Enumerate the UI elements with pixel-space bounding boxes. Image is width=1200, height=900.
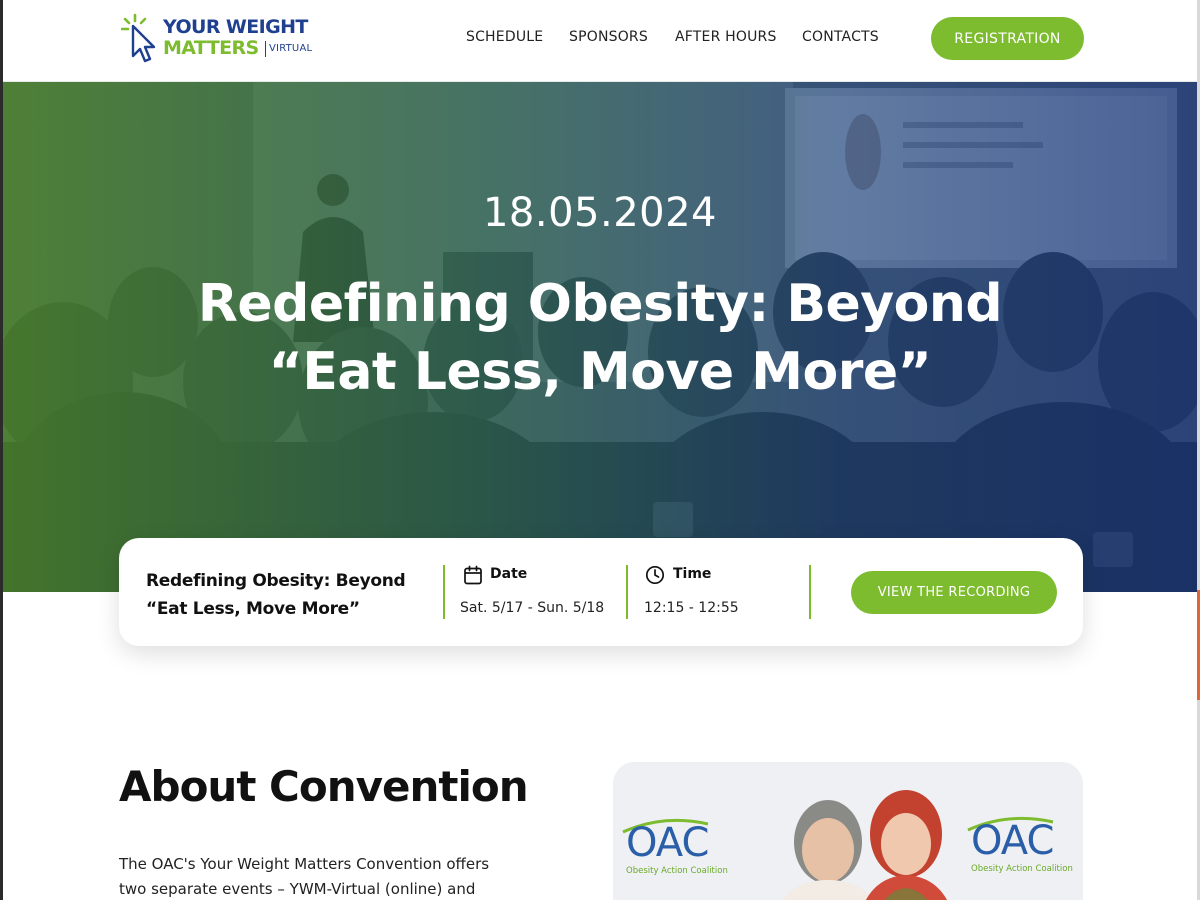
view-recording-button[interactable]: VIEW THE RECORDING (851, 571, 1057, 614)
card-divider (443, 565, 445, 619)
card-divider (626, 565, 628, 619)
about-heading: About Convention (119, 762, 529, 811)
logo-text-matters: MATTERS (163, 37, 259, 59)
date-value: Sat. 5/17 - Sun. 5/18 (460, 600, 605, 616)
hero-banner: 18.05.2024 Redefining Obesity: Beyond “E… (3, 82, 1197, 592)
nav-after-hours[interactable]: AFTER HOURS (675, 29, 777, 45)
hero-title: Redefining Obesity: Beyond “Eat Less, Mo… (197, 274, 1003, 402)
site-logo[interactable]: YOUR WEIGHT MATTERS VIRTUAL (121, 12, 321, 68)
site-header: YOUR WEIGHT MATTERS VIRTUAL SCHEDULE SPO… (3, 0, 1197, 82)
date-label: Date (490, 566, 528, 582)
logo-text-virtual: VIRTUAL (269, 43, 313, 54)
event-card-title: Redefining Obesity: Beyond “Eat Less, Mo… (146, 571, 406, 619)
oac-logo-text: OAC (626, 820, 709, 866)
nav-contacts[interactable]: CONTACTS (802, 29, 879, 45)
oac-logo-subtext: Obesity Action Coalition (971, 864, 1073, 874)
calendar-icon (464, 565, 482, 585)
about-photo: OAC Obesity Action Coalition OAC Obesity… (613, 762, 1083, 900)
time-value: 12:15 - 12:55 (644, 600, 739, 616)
card-divider (809, 565, 811, 619)
time-label: Time (673, 566, 712, 582)
cursor-burst-icon (121, 13, 156, 63)
logo-text-your-weight: YOUR WEIGHT (163, 16, 308, 38)
oac-logo-text: OAC (971, 818, 1054, 864)
hero-date: 18.05.2024 (482, 190, 718, 236)
registration-button[interactable]: REGISTRATION (931, 17, 1084, 60)
event-info-card: Redefining Obesity: Beyond “Eat Less, Mo… (119, 538, 1083, 646)
oac-logo-subtext: Obesity Action Coalition (626, 866, 728, 876)
nav-schedule[interactable]: SCHEDULE (466, 29, 543, 45)
about-description: The OAC's Your Weight Matters Convention… (119, 855, 490, 898)
nav-sponsors[interactable]: SPONSORS (569, 29, 648, 45)
clock-icon (645, 565, 665, 585)
logo-divider (265, 41, 266, 57)
